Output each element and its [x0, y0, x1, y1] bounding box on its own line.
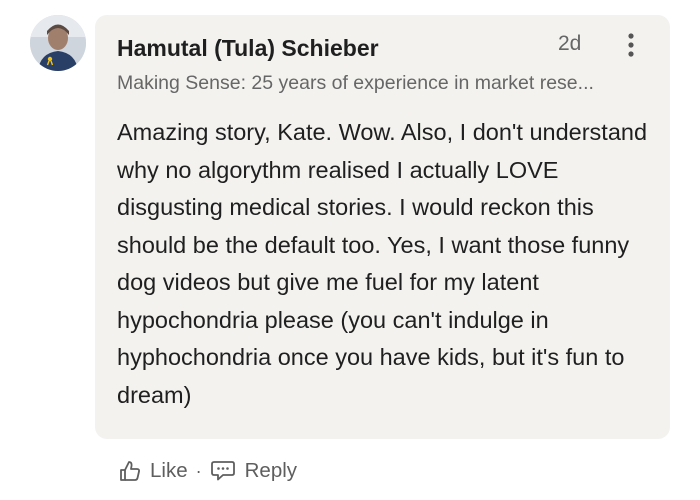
comment-actions: Like · Reply [118, 454, 297, 488]
action-separator: · [195, 460, 202, 481]
like-button[interactable]: Like [118, 459, 188, 483]
vertical-ellipsis-icon [628, 33, 634, 57]
thumbs-up-icon [118, 459, 142, 483]
comment-text: Amazing story, Kate. Wow. Also, I don't … [117, 119, 648, 408]
timestamp: 2d [558, 32, 582, 55]
author-headline: Making Sense: 25 years of experience in … [117, 72, 594, 94]
profile-photo-icon [30, 15, 86, 71]
like-label: Like [150, 459, 188, 482]
comment-thread: Hamutal (Tula) Schieber 2d Making Sense:… [0, 0, 700, 500]
comment-bubble: Hamutal (Tula) Schieber 2d Making Sense:… [95, 15, 670, 439]
speech-bubble-icon [210, 459, 236, 483]
avatar[interactable] [30, 15, 86, 71]
reply-label: Reply [244, 459, 298, 482]
author-name[interactable]: Hamutal (Tula) Schieber [117, 35, 379, 62]
reply-button[interactable]: Reply [210, 459, 297, 483]
more-options-button[interactable] [616, 29, 646, 61]
